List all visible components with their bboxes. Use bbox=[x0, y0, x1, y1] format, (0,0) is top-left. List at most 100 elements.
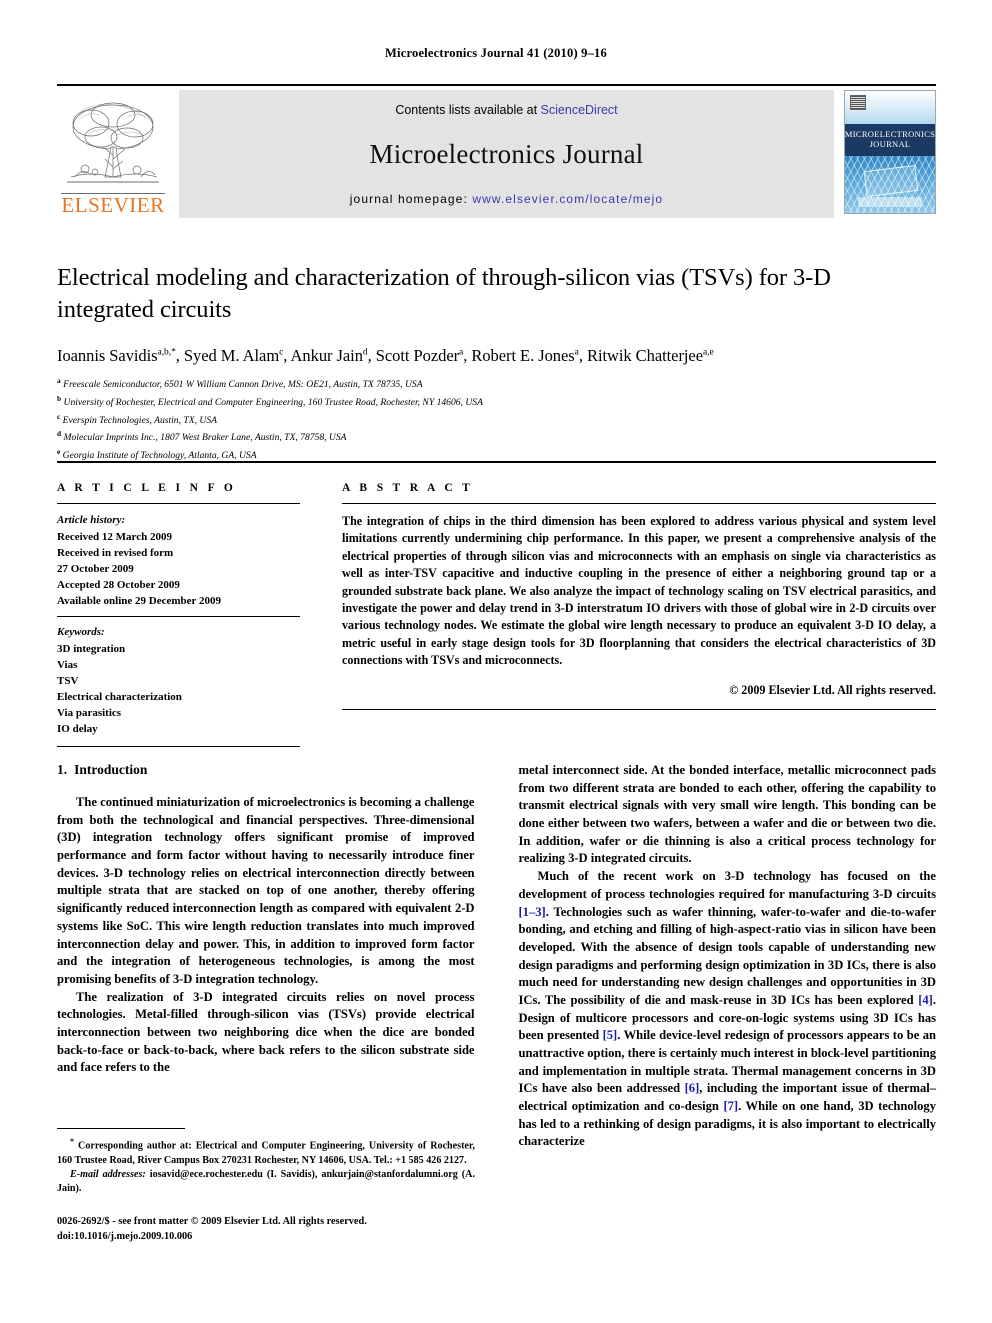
author-name: Syed M. Alam bbox=[183, 345, 280, 365]
author-name: Ritwik Chatterjee bbox=[586, 345, 703, 365]
corresponding-author-text: Corresponding author at: Electrical and … bbox=[57, 1140, 475, 1166]
citation-5[interactable]: [5] bbox=[603, 1028, 618, 1042]
paper-title: Electrical modeling and characterization… bbox=[57, 264, 831, 324]
journal-title: Microelectronics Journal bbox=[369, 139, 644, 169]
affiliation-text: Georgia Institute of Technology, Atlanta… bbox=[60, 450, 257, 462]
article-history-lines: Received 12 March 2009 Received in revise… bbox=[57, 529, 300, 609]
author-affiliation-mark: a,b,* bbox=[157, 347, 176, 358]
body-left-column: 1. Introduction The continued miniaturiza… bbox=[57, 762, 475, 1151]
affiliation-item: d Molecular Imprints Inc., 1807 West Bra… bbox=[57, 428, 936, 446]
paper-page: Microelectronics Journal 41 (2010) 9–16 bbox=[0, 0, 992, 1323]
article-info-mid-rule bbox=[57, 616, 300, 618]
author-affiliation-mark: a bbox=[574, 347, 579, 358]
keyword-lines: 3D integration Vias TSV Electrical characte… bbox=[57, 641, 300, 737]
author-affiliation-mark: a,e bbox=[702, 347, 714, 358]
journal-homepage-line: journal homepage: www.elsevier.com/locat… bbox=[350, 192, 663, 206]
author-name: Ankur Jain bbox=[290, 345, 363, 365]
contents-prefix: Contents lists available at bbox=[395, 103, 541, 117]
article-info-heading: A R T I C L E I N F O bbox=[57, 482, 237, 494]
keywords-block: Keywords: 3D integration Vias TSV Electrica… bbox=[57, 625, 300, 743]
body-right-column: metal interconnect side. At the bonded i… bbox=[519, 762, 937, 1151]
paragraph-left-1: The continued miniaturization of microel… bbox=[57, 795, 475, 986]
author-list: Ioannis Savidisa,b,*, Syed M. Alamc, Ank… bbox=[57, 345, 714, 365]
author-name: Ioannis Savidis bbox=[57, 345, 158, 365]
email-label: E-mail addresses: bbox=[70, 1169, 146, 1181]
cover-artwork bbox=[845, 155, 935, 213]
abstract-bottom-rule bbox=[342, 708, 936, 710]
affiliation-text: University of Rochester, Electrical and … bbox=[61, 397, 483, 409]
article-history-item: Available online 29 December 2009 bbox=[57, 595, 221, 608]
author-name: Scott Pozder bbox=[375, 345, 460, 365]
paragraph-right-1: metal interconnect side. At the bonded i… bbox=[518, 763, 937, 866]
asterisk-icon: * bbox=[70, 1137, 74, 1146]
paragraph-right-2: Much of the recent work on 3-D technolog… bbox=[519, 868, 937, 1151]
article-history-item: 27 October 2009 bbox=[57, 563, 134, 576]
corresponding-author-note: * Corresponding author at: Electrical an… bbox=[57, 1136, 475, 1168]
citation-1-3[interactable]: [1–3] bbox=[519, 905, 546, 919]
article-history-block: Article history: Received 12 March 2009 R… bbox=[57, 513, 300, 616]
article-history-item: Received 12 March 2009 bbox=[57, 530, 172, 543]
abstract-text: The integration of chips in the third di… bbox=[342, 514, 936, 668]
keywords-label: Keywords: bbox=[57, 626, 105, 639]
affiliation-list: a Freescale Semiconductor, 6501 W Willia… bbox=[57, 375, 936, 464]
contents-list-line: Contents lists available at ScienceDirec… bbox=[395, 103, 617, 117]
author-name: Robert E. Jones bbox=[471, 345, 575, 365]
keyword-item: 3D integration bbox=[57, 643, 126, 656]
journal-homepage-link[interactable]: www.elsevier.com/locate/mejo bbox=[472, 192, 663, 206]
affiliation-text: Freescale Semiconductor, 6501 W William … bbox=[60, 379, 423, 391]
section-heading-introduction: 1. Introduction bbox=[57, 762, 475, 778]
homepage-prefix: journal homepage: bbox=[349, 192, 473, 206]
citation-6[interactable]: [6] bbox=[685, 1081, 700, 1095]
abstract-column: A B S T R A C T The integration of chips… bbox=[342, 482, 936, 747]
keyword-item: Electrical characterization bbox=[57, 691, 182, 704]
elsevier-tree-icon bbox=[67, 102, 159, 183]
abstract-copyright: © 2009 Elsevier Ltd. All rights reserved… bbox=[729, 682, 936, 697]
affiliation-text: Molecular Imprints Inc., 1807 West Brake… bbox=[61, 432, 347, 444]
sciencedirect-banner: Contents lists available at ScienceDirec… bbox=[179, 90, 834, 218]
article-history-item: Received in revised form bbox=[57, 546, 174, 559]
info-abstract-section: A R T I C L E I N F O Article history: R… bbox=[57, 482, 936, 748]
journal-masthead: ELSEVIER Contents lists available at Sci… bbox=[57, 84, 936, 218]
article-info-top-rule bbox=[57, 503, 300, 504]
author-affiliation-mark: c bbox=[279, 347, 284, 358]
elsevier-wordmark: ELSEVIER bbox=[61, 193, 165, 217]
citation-7[interactable]: [7] bbox=[723, 1099, 738, 1113]
article-info-column: A R T I C L E I N F O Article history: R… bbox=[57, 482, 300, 748]
cover-chip-shape bbox=[863, 165, 919, 198]
footnote-block: * Corresponding author at: Electrical an… bbox=[57, 1128, 475, 1245]
article-info-bottom-rule bbox=[57, 746, 300, 748]
footnote-rule bbox=[57, 1128, 185, 1129]
right-p2-part-b: . Technologies such as wafer thinning, w… bbox=[518, 904, 937, 1007]
elsevier-logo: ELSEVIER bbox=[57, 90, 169, 218]
affiliation-text: Everspin Technologies, Austin, TX, USA bbox=[60, 414, 217, 426]
keyword-item: TSV bbox=[57, 675, 79, 688]
abstract-heading: A B S T R A C T bbox=[342, 482, 474, 494]
right-p2-part-a: Much of the recent work on 3-D technolog… bbox=[518, 869, 937, 901]
journal-cover-thumbnail: Microelectronics Journal bbox=[844, 90, 936, 214]
cover-title-band: Microelectronics Journal bbox=[845, 123, 935, 156]
paragraph-left-2: The realization of 3-D integrated circui… bbox=[57, 989, 475, 1075]
title-block: Electrical modeling and characterization… bbox=[57, 262, 936, 464]
imprint-line-1: 0026-2692/$ - see front matter © 2009 El… bbox=[57, 1215, 367, 1227]
imprint-block: 0026-2692/$ - see front matter © 2009 El… bbox=[57, 1215, 475, 1245]
abstract-top-rule bbox=[342, 503, 936, 504]
cover-footer-bar bbox=[857, 197, 923, 207]
affiliation-item: b University of Rochester, Electrical an… bbox=[57, 393, 936, 411]
affiliation-item: a Freescale Semiconductor, 6501 W Willia… bbox=[57, 375, 936, 393]
article-history-label: Article history: bbox=[57, 514, 126, 526]
running-head: Microelectronics Journal 41 (2010) 9–16 bbox=[385, 46, 607, 60]
cover-elsevier-mark-icon bbox=[850, 95, 866, 110]
keyword-item: IO delay bbox=[57, 723, 98, 736]
keyword-item: Via parasitics bbox=[57, 707, 122, 720]
section-title: Introduction bbox=[74, 762, 148, 777]
cover-title-line2: Journal bbox=[869, 138, 911, 149]
body-columns: 1. Introduction The continued miniaturiza… bbox=[57, 762, 936, 1151]
imprint-line-2[interactable]: doi:10.1016/j.mejo.2009.10.006 bbox=[57, 1230, 475, 1245]
affiliation-item: c Everspin Technologies, Austin, TX, USA bbox=[57, 411, 936, 429]
email-note: E-mail addresses: iosavid@ece.rochester.… bbox=[57, 1168, 475, 1197]
author-affiliation-mark: a bbox=[459, 347, 464, 358]
sciencedirect-link[interactable]: ScienceDirect bbox=[541, 103, 618, 117]
title-section-divider bbox=[57, 461, 936, 463]
author-affiliation-mark: d bbox=[362, 347, 368, 358]
citation-4[interactable]: [4] bbox=[918, 993, 933, 1007]
